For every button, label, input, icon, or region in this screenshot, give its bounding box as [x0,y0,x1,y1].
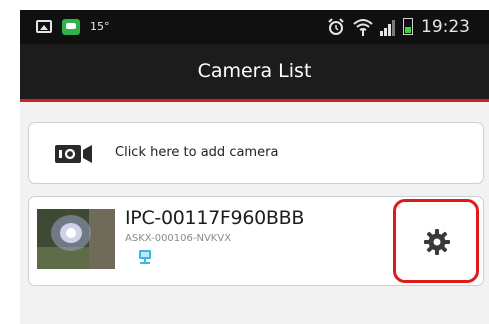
status-bar: 15° 19:23 [20,10,489,44]
wifi-icon [353,19,373,36]
title-bar: Camera List [20,44,489,102]
lan-device-icon [139,250,151,264]
camera-name: IPC-00117F960BBB [125,207,305,229]
add-camera-label: Click here to add camera [115,145,279,160]
camera-list-item[interactable]: IPC-00117F960BBB ASKX-000106-NVKVX [28,196,484,286]
screenshot-frame: 15° 19:23 Camera List Click here to add … [0,0,489,324]
camera-preview-image [37,209,115,269]
status-bar-right: 19:23 [327,16,477,38]
chat-icon [62,19,80,35]
time-text: 19:23 [421,17,470,37]
add-camera-button[interactable]: Click here to add camera [28,122,484,184]
alarm-icon [328,18,344,35]
camera-uid: ASKX-000106-NVKVX [125,233,232,244]
temperature-text: 15° [90,20,110,33]
phone-screen: 15° 19:23 Camera List Click here to add … [20,10,489,324]
camera-add-icon [55,145,92,163]
battery-icon [403,18,413,35]
gear-icon [424,229,450,255]
camera-settings-button[interactable] [393,199,479,283]
gallery-icon [36,20,52,33]
page-title: Camera List [197,60,312,82]
signal-icon [380,20,395,36]
camera-thumbnail [37,209,115,269]
